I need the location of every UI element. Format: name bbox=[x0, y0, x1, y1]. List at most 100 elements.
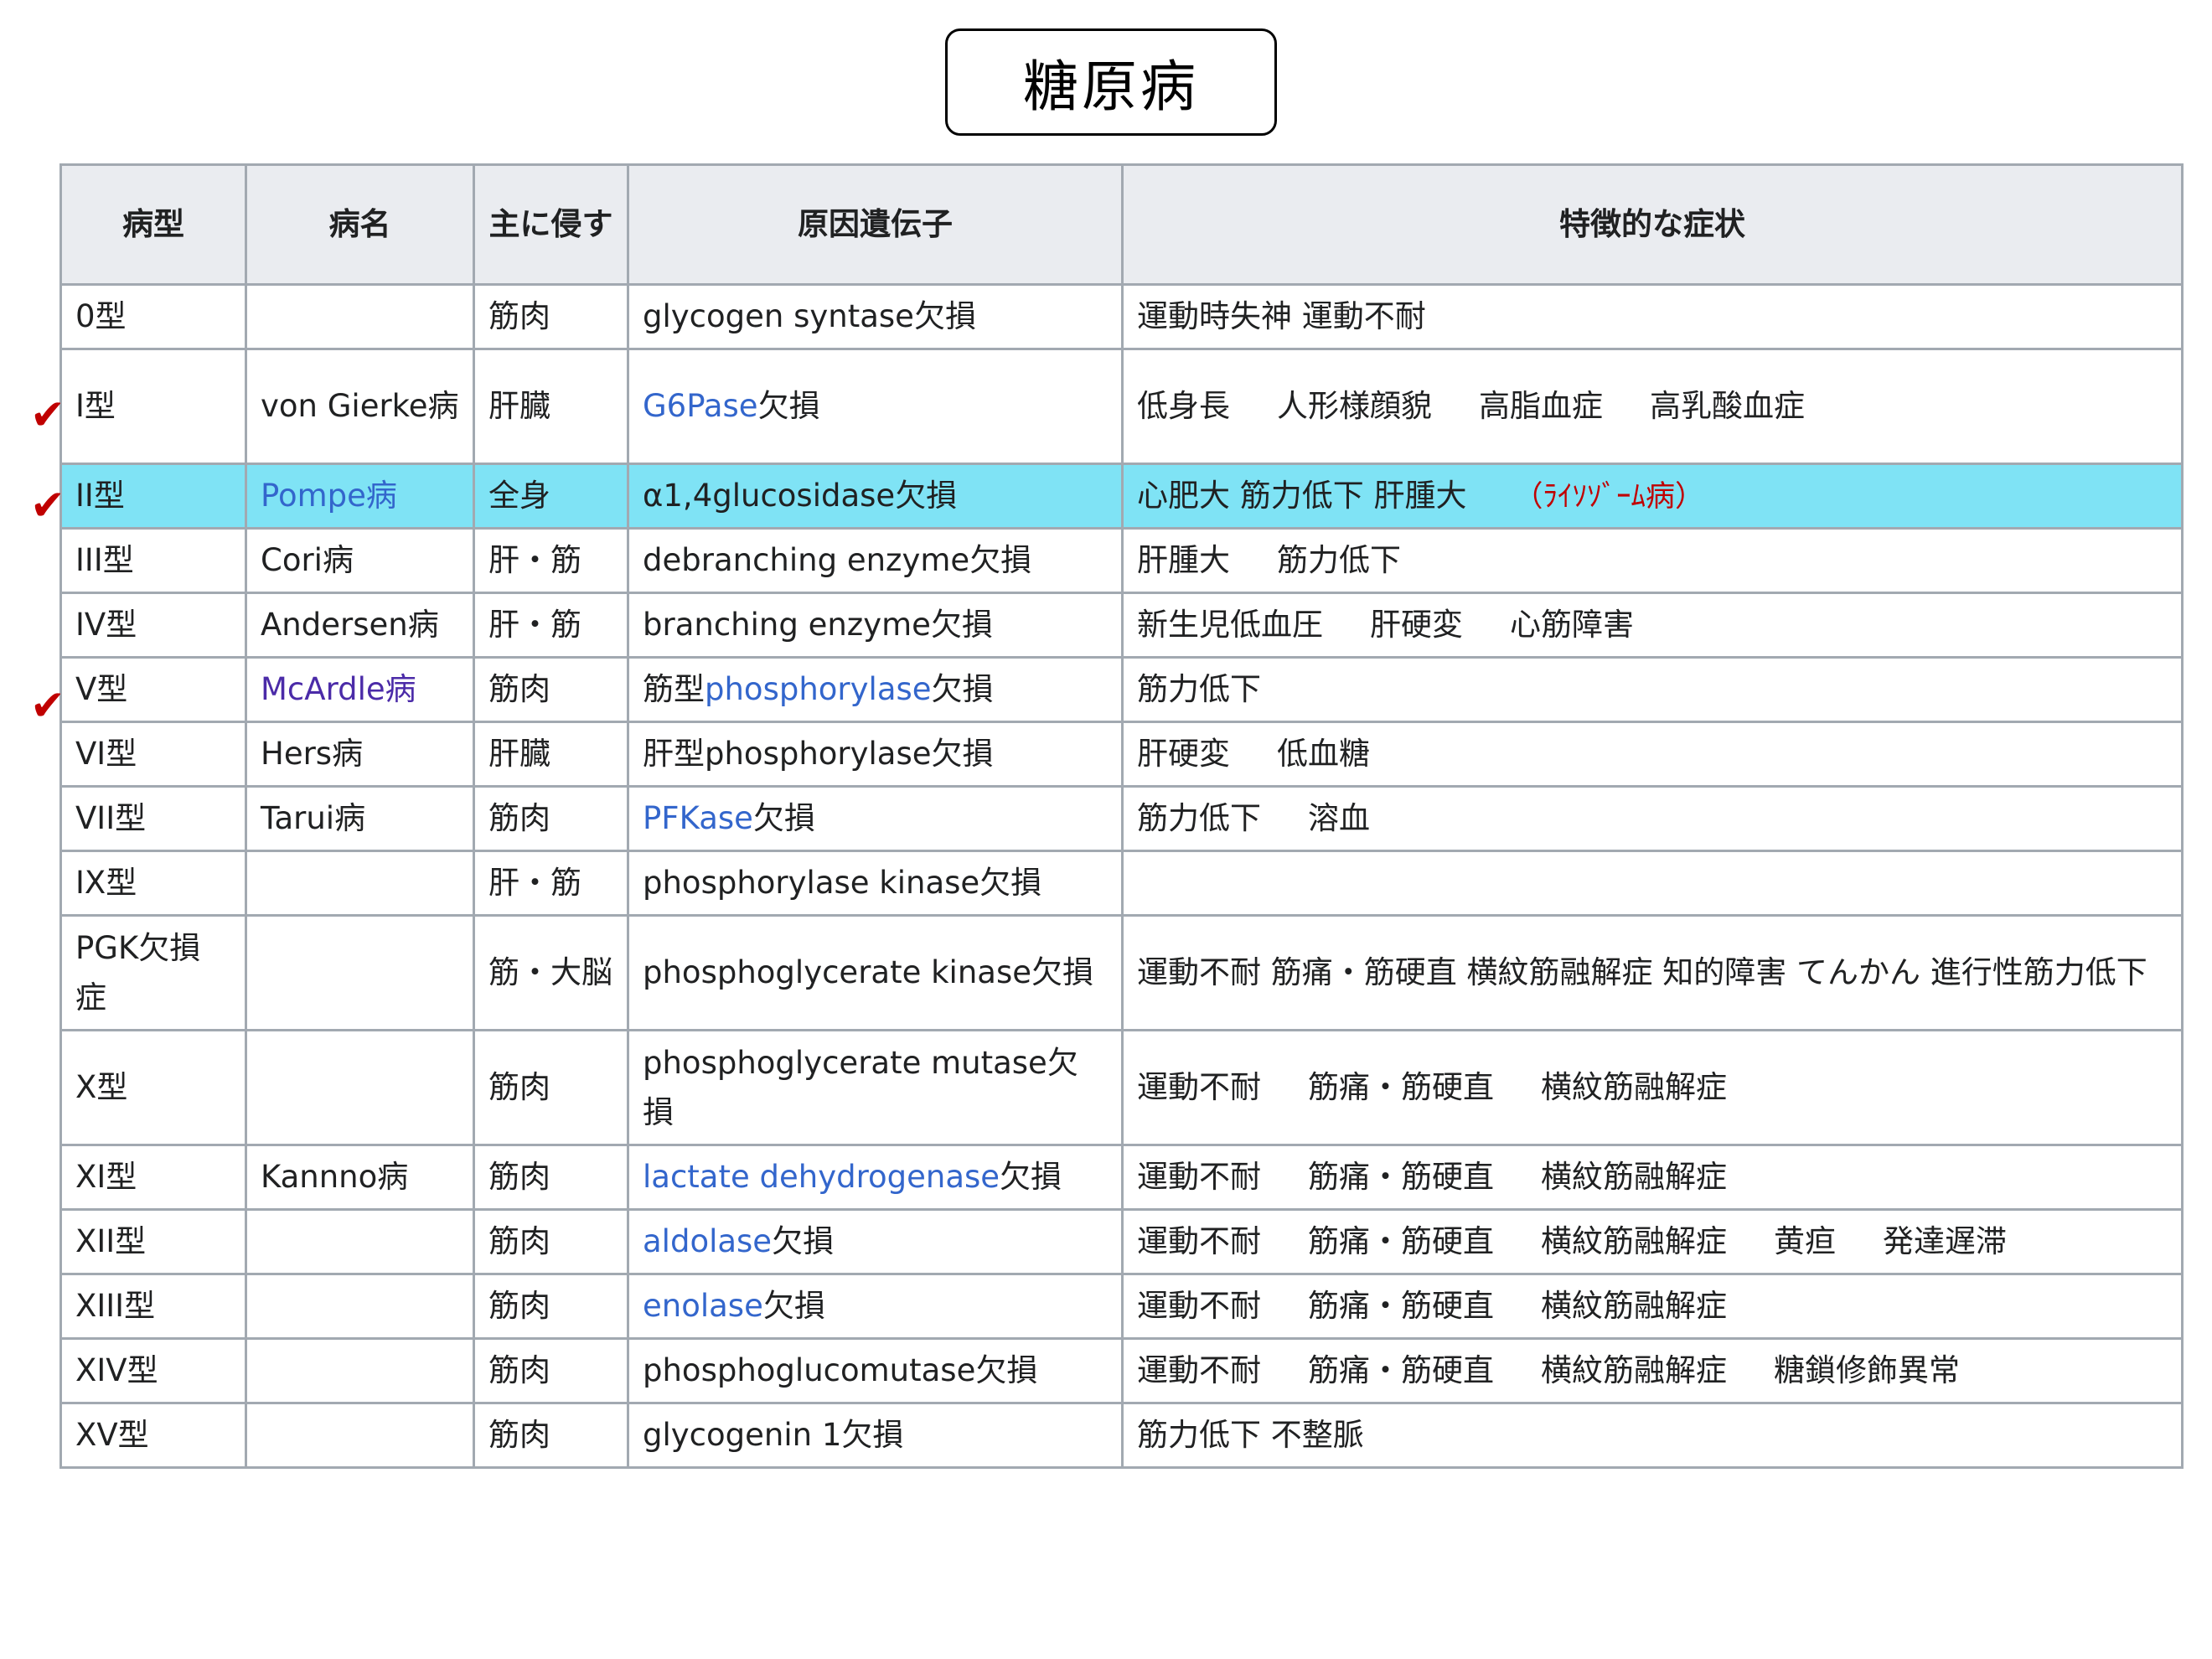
header-organ[interactable]: 主に侵す bbox=[473, 163, 629, 286]
gene-text: glycogenin 1 bbox=[643, 1417, 842, 1454]
cell-name: Andersen病 bbox=[245, 592, 475, 659]
header-name[interactable]: 病名 bbox=[245, 163, 475, 286]
symptom: 肝硬変 bbox=[1370, 607, 1463, 643]
cell-name bbox=[245, 1402, 475, 1469]
symptom: 筋力低下 bbox=[1137, 671, 1261, 708]
disease-name[interactable]: McArdle病 bbox=[261, 671, 416, 707]
cell-type: VII型 bbox=[59, 785, 247, 852]
symptom: 心肥大 筋力低下 肝腫大 bbox=[1137, 478, 1467, 514]
symptom: 筋力低下 bbox=[1277, 542, 1401, 579]
cell-organ: 肝・筋 bbox=[473, 592, 629, 659]
table-row: V型 McArdle病 筋肉 筋型phosphorylase欠損 筋力低下 bbox=[59, 656, 2184, 723]
cell-symptoms: 運動不耐 筋痛・筋硬直 横紋筋融解症 知的障害 てんかん 進行性筋力低下 bbox=[1121, 914, 2184, 1031]
symptom: 溶血 bbox=[1308, 800, 1370, 837]
cell-name: Pompe病 bbox=[245, 463, 475, 530]
cell-type: II型 bbox=[59, 463, 247, 530]
symptom: 運動時失神 運動不耐 bbox=[1137, 298, 1426, 335]
symptom: 心筋障害 bbox=[1510, 607, 1634, 643]
gene-suffix: 欠損 bbox=[1031, 954, 1093, 991]
disease-name: Andersen病 bbox=[261, 607, 439, 643]
cell-name bbox=[245, 1029, 475, 1146]
table-row: IV型 Andersen病 肝・筋 branching enzyme欠損 新生児低血圧肝… bbox=[59, 592, 2184, 659]
disease-name: Cori病 bbox=[261, 542, 354, 579]
cell-gene: aldolase欠損 bbox=[627, 1208, 1124, 1275]
gene-suffix: 欠損 bbox=[762, 1288, 825, 1325]
symptom: 糖鎖修飾異常 bbox=[1774, 1352, 1960, 1389]
table-row: 0型 筋肉 glycogen syntase欠損 運動時失神 運動不耐 bbox=[59, 283, 2184, 350]
cell-name: McArdle病 bbox=[245, 656, 475, 723]
gene-suffix: 欠損 bbox=[930, 607, 993, 643]
cell-symptoms: 肝腫大 筋力低下 bbox=[1121, 527, 2184, 594]
cell-symptoms: 新生児低血圧 肝硬変 心筋障害 bbox=[1121, 592, 2184, 659]
table-header-row: 病型 病名 主に侵す 原因遺伝子 特徴的な症状 bbox=[59, 163, 2184, 286]
cell-type: XV型 bbox=[59, 1402, 247, 1469]
cell-name: Hers病 bbox=[245, 721, 475, 788]
header-gene[interactable]: 原因遺伝子 bbox=[627, 163, 1124, 286]
cell-gene: phosphoglycerate mutase欠損 bbox=[627, 1029, 1124, 1146]
gene-link[interactable]: lactate dehydrogenase bbox=[643, 1159, 1000, 1195]
gene-link[interactable]: enolase bbox=[643, 1288, 763, 1324]
gene-suffix: 欠損 bbox=[841, 1417, 904, 1454]
check-mark-type-i: ✔ bbox=[30, 390, 65, 439]
gene-suffix: 欠損 bbox=[772, 1223, 835, 1260]
cell-organ: 筋・大脳 bbox=[473, 914, 629, 1031]
symptom: 運動不耐 bbox=[1137, 1223, 1261, 1260]
symptom: 運動不耐 bbox=[1137, 1288, 1261, 1325]
gene-suffix: 欠損 bbox=[975, 1352, 1038, 1389]
table-row: III型 Cori病 肝・筋 debranching enzyme欠損 肝腫大 筋力低下 bbox=[59, 527, 2184, 594]
header-symptoms[interactable]: 特徴的な症状 bbox=[1121, 163, 2184, 286]
check-mark-type-ii: ✔ bbox=[30, 481, 65, 530]
table-row: X型 筋肉 phosphoglycerate mutase欠損 運動不耐 筋痛・筋硬直 横… bbox=[59, 1029, 2184, 1146]
disease-name: von Gierke病 bbox=[261, 388, 459, 425]
header-type[interactable]: 病型 bbox=[59, 163, 247, 286]
gene-link[interactable]: G6Pase bbox=[643, 388, 758, 424]
cell-symptoms: 運動不耐 筋痛・筋硬直 横紋筋融解症 黄疸 発達遅滞 bbox=[1121, 1208, 2184, 1275]
cell-symptoms: 運動時失神 運動不耐 bbox=[1121, 283, 2184, 350]
cell-organ: 肝臓 bbox=[473, 348, 629, 465]
symptom: 筋痛・筋硬直 bbox=[1308, 1288, 1494, 1325]
table-row: XIII型 筋肉 enolase欠損 運動不耐 筋痛・筋硬直 横紋筋融解症 bbox=[59, 1273, 2184, 1340]
gene-suffix: 欠損 bbox=[895, 478, 958, 514]
gene-link[interactable]: aldolase bbox=[643, 1223, 772, 1259]
gene-link[interactable]: phosphorylase bbox=[705, 671, 932, 707]
gene-suffix: 欠損 bbox=[752, 800, 815, 837]
cell-organ: 筋肉 bbox=[473, 1402, 629, 1469]
gene-link[interactable]: PFKase bbox=[643, 800, 753, 836]
gene-text: phosphorylase kinase bbox=[643, 865, 980, 902]
table-row: XIV型 筋肉 phosphoglucomutase欠損 運動不耐 筋痛・筋硬直 横紋筋融… bbox=[59, 1337, 2184, 1404]
cell-type: XIV型 bbox=[59, 1337, 247, 1404]
cell-organ: 肝・筋 bbox=[473, 850, 629, 917]
symptom: 低身長 bbox=[1137, 388, 1230, 425]
gene-text: branching enzyme bbox=[643, 607, 931, 643]
cell-gene: glycogenin 1欠損 bbox=[627, 1402, 1124, 1469]
cell-gene: debranching enzyme欠損 bbox=[627, 527, 1124, 594]
cell-type: XI型 bbox=[59, 1144, 247, 1211]
cell-organ: 筋肉 bbox=[473, 1029, 629, 1146]
gene-suffix: 欠損 bbox=[979, 865, 1042, 902]
symptom: 運動不耐 bbox=[1137, 1069, 1261, 1106]
cell-type: PGK欠損症 bbox=[59, 914, 247, 1031]
gene-text: phosphoglucomutase bbox=[643, 1352, 976, 1389]
cell-type: I型 bbox=[59, 348, 247, 465]
table-row: VI型 Hers病 肝臓 肝型phosphorylase欠損 肝硬変 低血糖 bbox=[59, 721, 2184, 788]
cell-gene: glycogen syntase欠損 bbox=[627, 283, 1124, 350]
cell-symptoms: 運動不耐 筋痛・筋硬直 横紋筋融解症 bbox=[1121, 1273, 2184, 1340]
table-row: IX型 肝・筋 phosphorylase kinase欠損 bbox=[59, 850, 2184, 917]
cell-gene: enolase欠損 bbox=[627, 1273, 1124, 1340]
cell-gene: lactate dehydrogenase欠損 bbox=[627, 1144, 1124, 1211]
table-row: XV型 筋肉 glycogenin 1欠損 筋力低下 不整脈 bbox=[59, 1402, 2184, 1469]
glycogen-storage-disease-table: 病型 病名 主に侵す 原因遺伝子 特徴的な症状 0型 筋肉 glycogen syn… bbox=[59, 163, 2184, 1469]
cell-name bbox=[245, 1208, 475, 1275]
symptom: 筋痛・筋硬直 bbox=[1308, 1352, 1494, 1389]
cell-type: XII型 bbox=[59, 1208, 247, 1275]
cell-name bbox=[245, 850, 475, 917]
cell-name bbox=[245, 283, 475, 350]
gene-suffix: 欠損 bbox=[913, 298, 976, 335]
cell-gene: α1,4glucosidase欠損 bbox=[627, 463, 1124, 530]
cell-gene: branching enzyme欠損 bbox=[627, 592, 1124, 659]
disease-name[interactable]: Pompe病 bbox=[261, 478, 397, 514]
table-row: II型 Pompe病 全身 α1,4glucosidase欠損 心肥大 筋力低下 肝腫大… bbox=[59, 463, 2184, 530]
page-title: 糖原病 bbox=[945, 28, 1277, 136]
cell-type: IX型 bbox=[59, 850, 247, 917]
cell-gene: phosphoglycerate kinase欠損 bbox=[627, 914, 1124, 1031]
